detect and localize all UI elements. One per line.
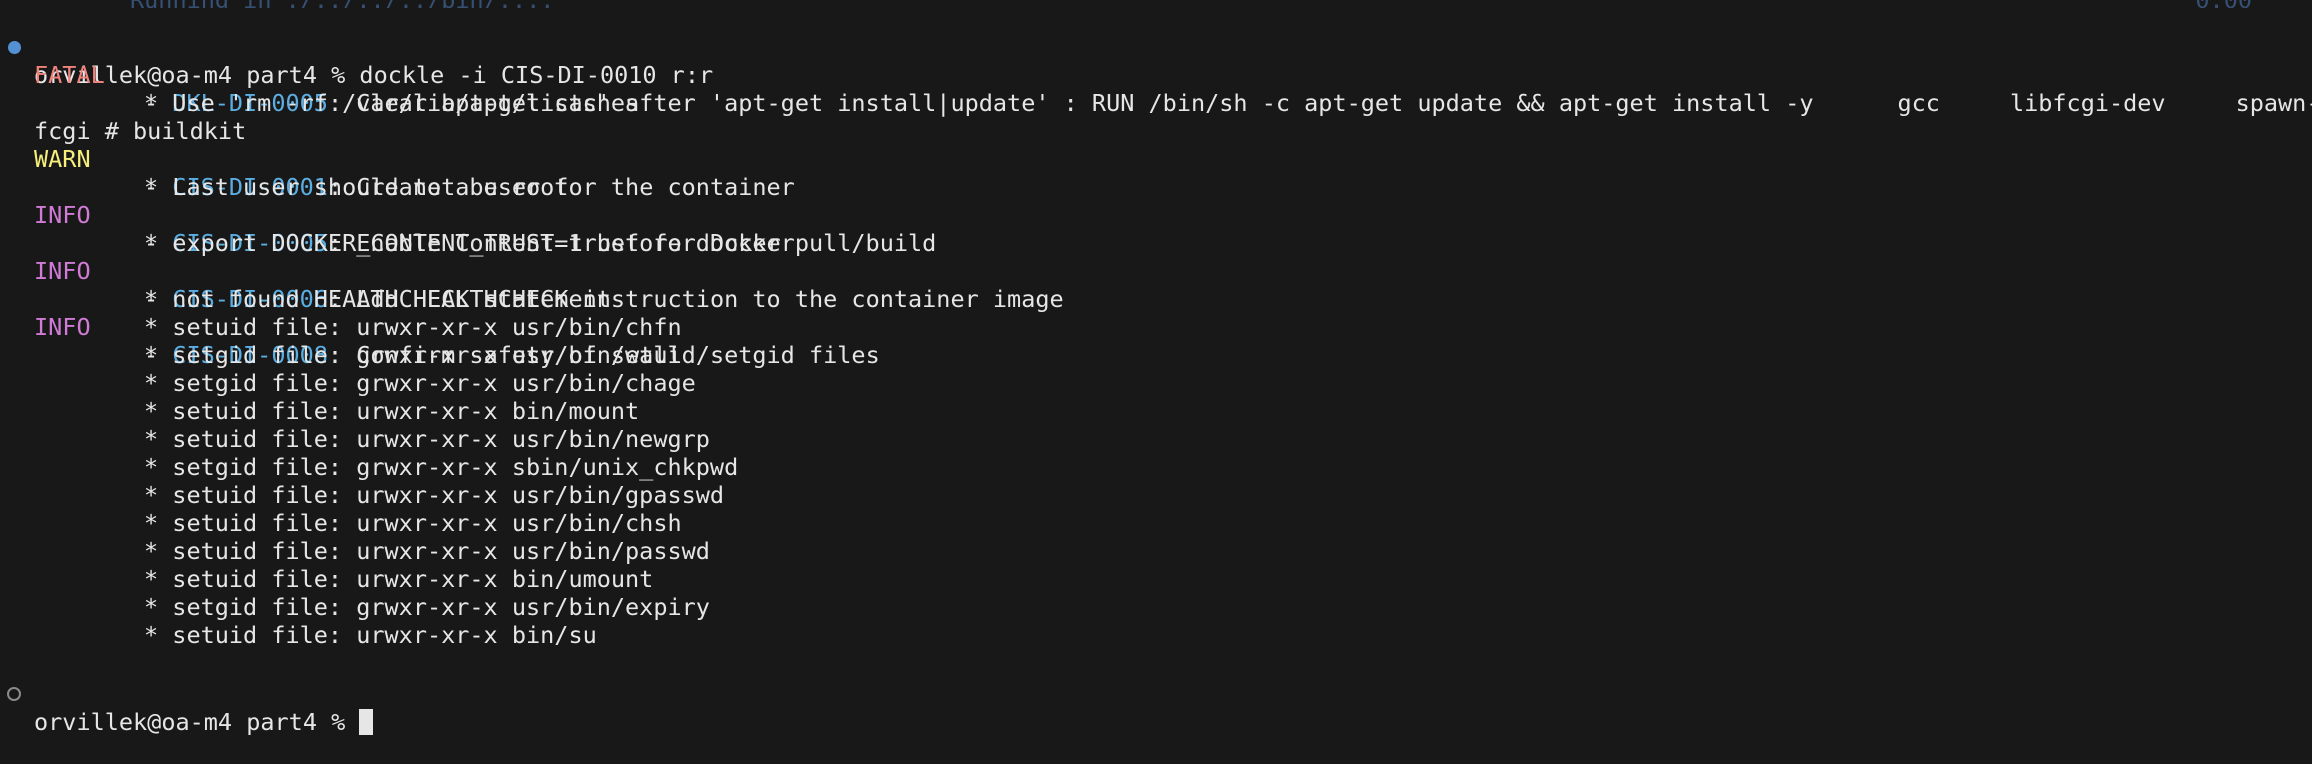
setgid-file-entry: * setgid file: grwxr-xr-x usr/bin/expiry	[144, 593, 710, 621]
rule-detail: * Use 'rm -rf /var/lib/apt/lists' after …	[144, 89, 1814, 117]
package-gcc: gcc	[1897, 89, 1940, 117]
output-line: INFO - CIS-DI-0006: Add HEALTHCHECK inst…	[0, 229, 1064, 313]
setuid-file-entry: * setuid file: urwxr-xr-x usr/bin/chfn	[144, 313, 682, 341]
setuid-file-entry: * setuid file: urwxr-xr-x bin/umount	[144, 565, 654, 593]
rule-detail-wrap: fcgi # buildkit	[34, 117, 247, 145]
scrolled-output-text: Running in ./../../../bin/....	[130, 0, 554, 8]
command-text: dockle -i CIS-DI-0010 r:r	[359, 61, 714, 89]
setuid-file-entry: * setuid file: urwxr-xr-x bin/su	[144, 621, 597, 649]
scrolled-output-time: 0.00	[2195, 0, 2252, 8]
output-line: * Use 'rm -rf /var/lib/apt/lists' after …	[0, 61, 2312, 117]
output-line: INFO - CIS-DI-0005: Enable Content trust…	[0, 173, 795, 257]
prompt-status-icon	[6, 680, 22, 708]
setuid-file-entry: * setuid file: urwxr-xr-x usr/bin/gpassw…	[144, 481, 725, 509]
output-line: WARN - CIS-DI-0001: Create a user for th…	[0, 117, 795, 201]
output-line: * export DOCKER_CONTENT_TRUST=1 before d…	[0, 201, 936, 257]
text-cursor	[359, 708, 374, 735]
output-line: * not found HEALTHCHECK statement	[0, 257, 611, 313]
rule-detail: * Last user should not be root	[144, 173, 569, 201]
output-line: INFO - CIS-DI-0008: Confirm safety of se…	[0, 285, 880, 369]
setgid-file-entry: * setgid file: grwxr-xr-x usr/bin/wall	[144, 341, 682, 369]
command-line: orvillek@oa-m4 part4 % dockle -i CIS-DI-…	[0, 5, 713, 89]
setuid-file-entry: * setuid file: urwxr-xr-x usr/bin/passwd	[144, 537, 710, 565]
setgid-file-entry: * setgid file: grwxr-xr-x sbin/unix_chkp…	[144, 453, 739, 481]
package-libfcgi: libfcgi-dev	[2009, 89, 2166, 117]
setgid-file-entry: * setgid file: grwxr-xr-x usr/bin/chage	[144, 369, 696, 397]
rule-detail: * export DOCKER_CONTENT_TRUST=1 before d…	[144, 229, 937, 257]
setuid-file-entry: * setuid file: urwxr-xr-x bin/mount	[144, 397, 640, 425]
prompt-line[interactable]: orvillek@oa-m4 part4 %	[0, 652, 374, 736]
output-line: FATAL - DKL-DI-0005: Clear apt-get cache…	[0, 33, 639, 117]
output-line: fcgi # buildkit	[0, 89, 246, 145]
setuid-file-entry: * setuid file: urwxr-xr-x usr/bin/chsh	[144, 509, 682, 537]
prompt: orvillek@oa-m4 part4 %	[34, 708, 360, 736]
scrolled-output-line: Running in ./../../../bin/.... 0.00	[0, 0, 2312, 8]
setuid-file-entry: * setuid file: urwxr-xr-x usr/bin/newgrp	[144, 425, 710, 453]
level-info: INFO	[34, 313, 91, 341]
output-line: * Last user should not be root	[0, 145, 568, 201]
rule-detail: * not found HEALTHCHECK statement	[144, 285, 611, 313]
package-spawn: spawn-	[2235, 89, 2312, 117]
